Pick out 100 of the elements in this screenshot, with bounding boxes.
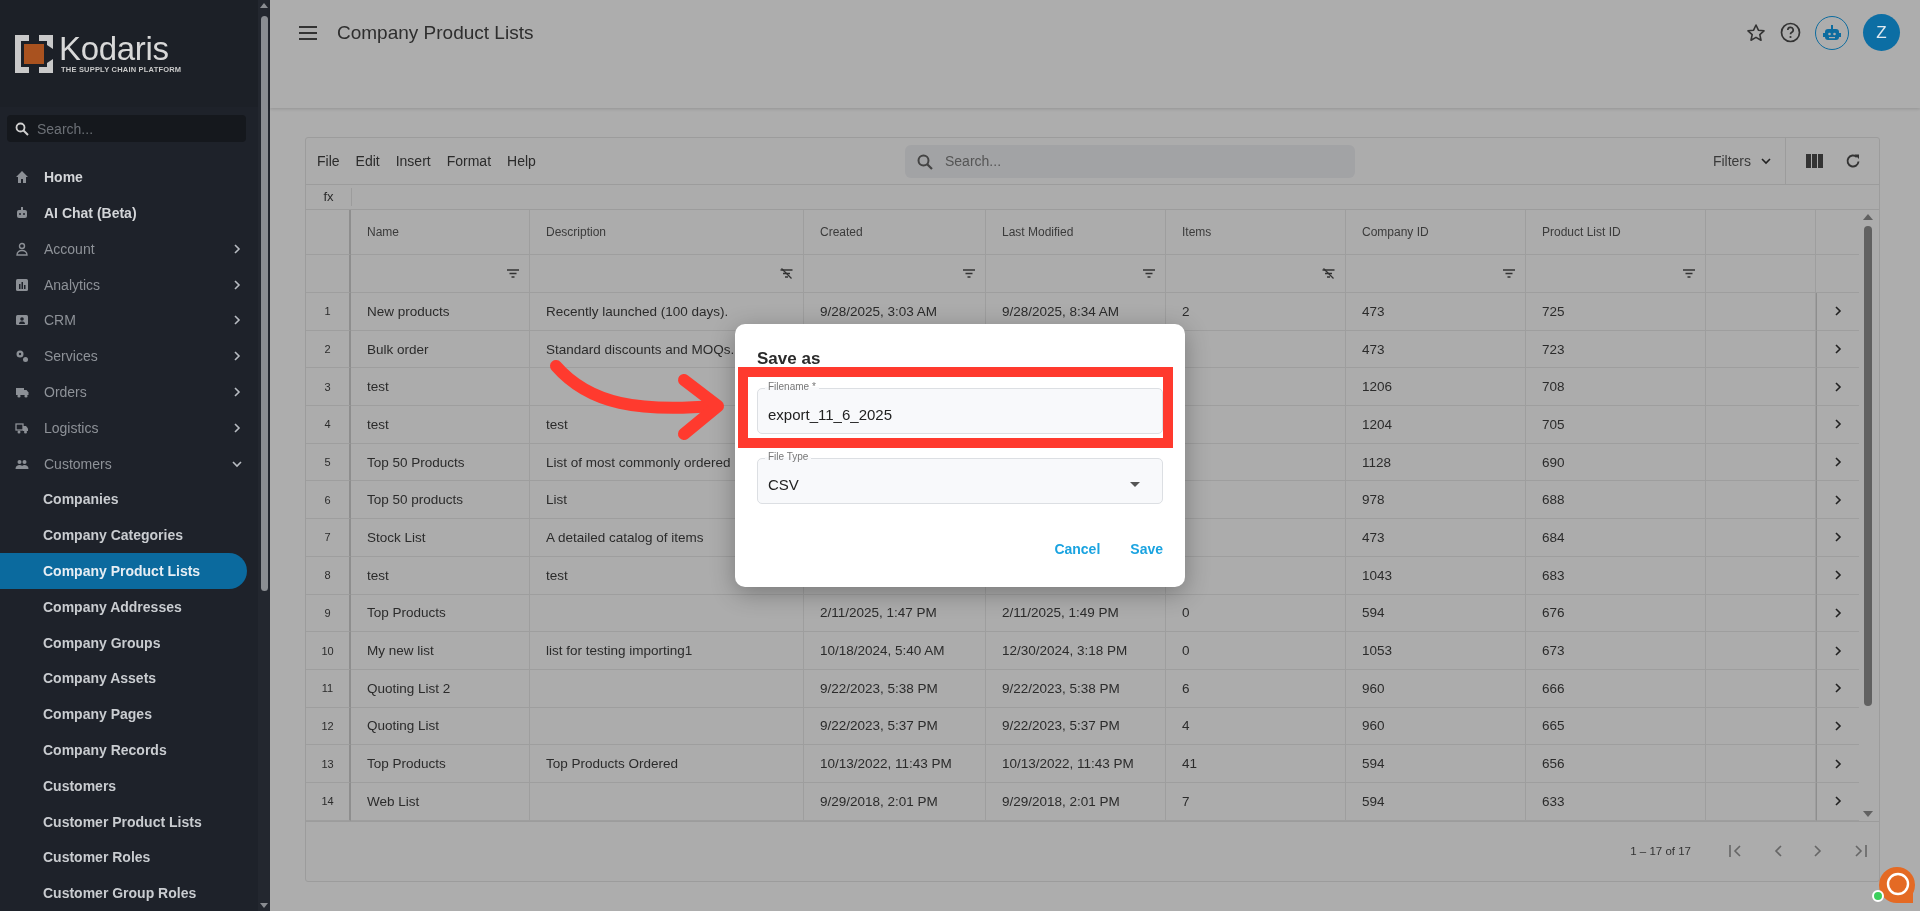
table-cell: Web List — [351, 782, 530, 821]
chevron-right-icon — [232, 422, 242, 433]
nav-item[interactable]: Analytics — [0, 266, 258, 303]
table-cell: 9/22/2023, 5:37 PM — [804, 707, 986, 746]
table-cell: test — [351, 556, 530, 595]
nav-subitem[interactable]: Company Records — [0, 732, 247, 768]
nav-subitem[interactable]: Customers — [0, 767, 247, 804]
table-cell: Bulk order — [351, 330, 530, 369]
table-cell: list for testing importing1 — [530, 632, 804, 670]
chevron-right-icon — [1833, 796, 1843, 807]
table-cell: 690 — [1526, 443, 1706, 482]
nav-subitem[interactable]: Company Groups — [0, 624, 247, 661]
table-cell: 1204 — [1346, 406, 1526, 444]
chevron-right-icon — [1833, 494, 1843, 505]
table-cell: 10/13/2022, 11:43 PM — [986, 745, 1166, 783]
table-cell: Top 50 products — [351, 481, 530, 520]
nav-subitem[interactable]: Company Addresses — [0, 588, 247, 625]
nav-subitem[interactable]: Customer Product Lists — [0, 803, 247, 840]
columns-icon[interactable] — [1806, 154, 1823, 168]
scrollbar[interactable] — [258, 0, 270, 911]
filter-icon[interactable] — [1503, 269, 1515, 278]
table-cell: Top Products — [351, 594, 530, 633]
menu-item[interactable]: Help — [499, 153, 544, 169]
table-cell: 725 — [1526, 293, 1706, 331]
chat-widget-icon[interactable] — [1872, 866, 1916, 906]
filter-icon[interactable] — [1683, 269, 1695, 278]
nav-item[interactable]: Services — [0, 338, 258, 375]
table-cell: Quoting List 2 — [351, 669, 530, 708]
column-header[interactable]: Name — [351, 210, 530, 255]
column-header[interactable]: Last Modified — [986, 210, 1166, 255]
nav-item[interactable]: Logistics — [0, 409, 258, 446]
nav-subitem[interactable]: Company Assets — [0, 660, 247, 697]
contact-card-icon — [15, 313, 29, 328]
last-page-icon[interactable] — [1853, 843, 1867, 858]
chevron-right-icon — [1833, 645, 1843, 656]
search-field[interactable]: Search... — [7, 115, 246, 143]
chevron-right-icon — [1833, 720, 1843, 731]
nav-subitem[interactable]: Company Pages — [0, 696, 247, 733]
search-field[interactable]: Search... — [905, 144, 1355, 178]
star-icon[interactable] — [1746, 22, 1766, 43]
nav-item[interactable]: Home — [0, 159, 258, 196]
table-cell: 594 — [1346, 594, 1526, 633]
filter-icon[interactable] — [1143, 269, 1155, 278]
table-cell: 1053 — [1346, 632, 1526, 670]
chevron-right-icon — [1833, 344, 1843, 355]
chevron-right-icon — [1833, 683, 1843, 694]
table-cell: 1128 — [1346, 443, 1526, 482]
row-number: 5 — [306, 443, 351, 482]
home-icon — [15, 170, 29, 185]
nav-subitem[interactable]: Customer Group Roles — [0, 875, 247, 911]
nav-item[interactable]: Customers — [0, 445, 258, 482]
table-cell: 0 — [1166, 632, 1346, 670]
nav-item[interactable]: AI Chat (Beta) — [0, 195, 258, 231]
previous-page-icon[interactable] — [1773, 843, 1783, 858]
nav-subitem[interactable]: Company Categories — [0, 517, 247, 554]
column-header[interactable]: Items — [1166, 210, 1346, 255]
table-cell: 666 — [1526, 669, 1706, 708]
filters-button[interactable]: Filters — [1698, 138, 1786, 184]
table-cell: 708 — [1526, 368, 1706, 407]
filter-icon[interactable] — [507, 269, 519, 278]
nav-subitem[interactable]: Customer Roles — [0, 839, 247, 876]
refresh-icon[interactable] — [1845, 153, 1861, 169]
next-page-icon[interactable] — [1813, 843, 1823, 858]
robot-icon — [15, 206, 29, 221]
table-cell: 473 — [1346, 519, 1526, 557]
row-number: 2 — [306, 330, 351, 369]
nav-subitem[interactable]: Companies — [0, 481, 247, 518]
nav-item[interactable]: CRM — [0, 302, 258, 339]
user-avatar[interactable]: Z — [1863, 14, 1900, 51]
menu-icon[interactable] — [299, 25, 317, 40]
menu-item[interactable]: Edit — [347, 153, 388, 169]
column-header[interactable]: Created — [804, 210, 986, 255]
filter-icon[interactable] — [963, 269, 975, 278]
row-number: 7 — [306, 519, 351, 557]
chevron-down-icon — [1761, 156, 1771, 166]
help-icon[interactable] — [1780, 22, 1801, 43]
first-page-icon[interactable] — [1729, 843, 1743, 858]
row-number: 9 — [306, 594, 351, 633]
table-cell: 594 — [1346, 782, 1526, 821]
table-cell: 688 — [1526, 481, 1706, 520]
column-header[interactable]: Description — [530, 210, 804, 255]
nav-subitem[interactable]: Company Product Lists — [0, 553, 247, 589]
nav-item[interactable]: Account — [0, 230, 258, 267]
filter-off-icon[interactable] — [780, 268, 793, 279]
menu-item[interactable]: Format — [438, 153, 500, 169]
chevron-right-icon — [1833, 306, 1843, 317]
table-cell: 1043 — [1346, 556, 1526, 595]
nav-item[interactable]: Orders — [0, 374, 258, 410]
chevron-down-icon — [232, 458, 242, 469]
gears-icon — [15, 349, 29, 364]
table-cell: 960 — [1346, 707, 1526, 746]
menu-item[interactable]: File — [309, 153, 348, 169]
formula-label: fx — [306, 188, 352, 206]
filter-off-icon[interactable] — [1322, 268, 1335, 279]
table-cell: 9/22/2023, 5:38 PM — [804, 669, 986, 708]
table-cell: test — [351, 406, 530, 444]
column-header[interactable]: Company ID — [1346, 210, 1526, 255]
menu-item[interactable]: Insert — [387, 153, 439, 169]
chevron-right-icon — [1833, 457, 1843, 468]
column-header[interactable]: Product List ID — [1526, 210, 1706, 255]
